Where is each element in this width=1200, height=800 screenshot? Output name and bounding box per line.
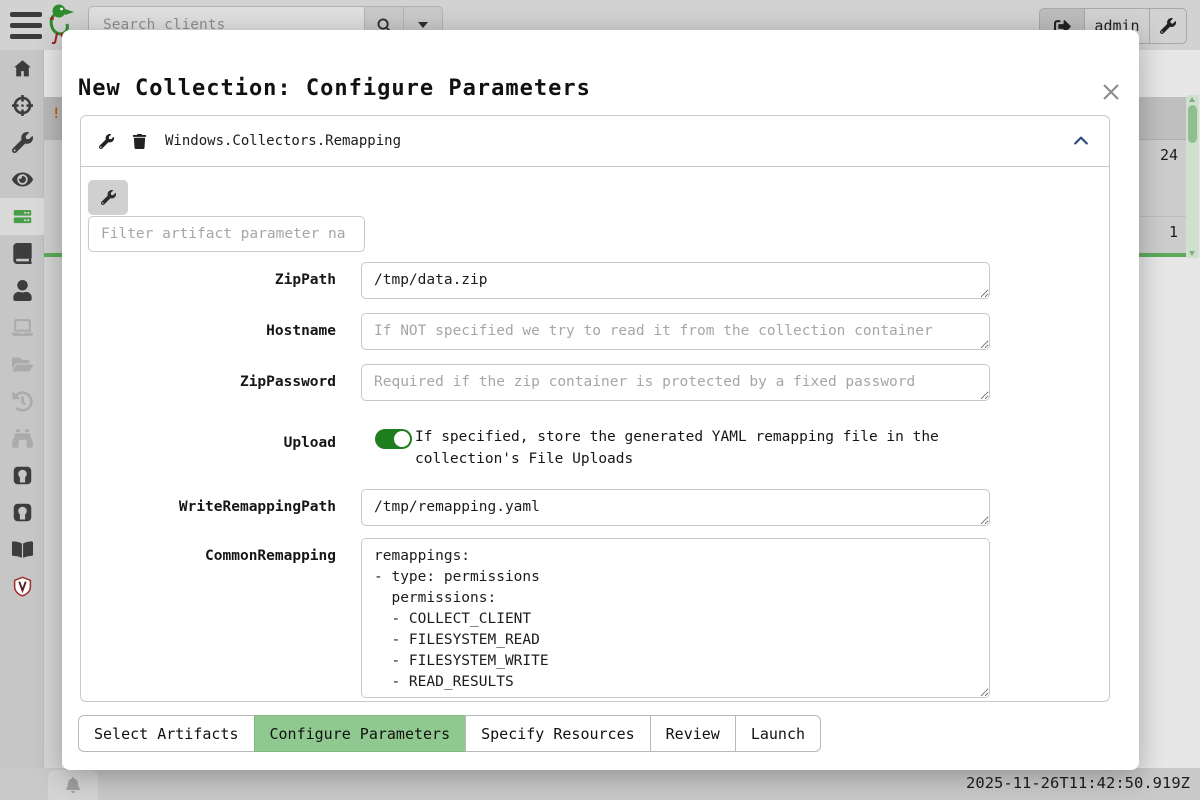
- bell-icon: [65, 777, 81, 793]
- modal-title: New Collection: Configure Parameters: [78, 76, 591, 101]
- hostname-input[interactable]: [361, 313, 990, 350]
- artifact-name: Windows.Collectors.Remapping: [165, 133, 401, 149]
- sidebar-item-view-artifacts[interactable]: [0, 124, 44, 161]
- sidebar-item-collected-artifacts[interactable]: [0, 383, 44, 420]
- sidebar-item-github-issues[interactable]: [0, 494, 44, 531]
- wizard-step-review[interactable]: Review: [650, 715, 736, 752]
- settings-button[interactable]: [1149, 8, 1187, 44]
- velociraptor-app: admin ! 24 1: [0, 0, 1200, 800]
- sidebar: [0, 50, 44, 768]
- scroll-up-arrow[interactable]: [1189, 97, 1195, 102]
- wizard-step-select-artifacts[interactable]: Select Artifacts: [78, 715, 255, 752]
- notebook-icon: [12, 243, 33, 264]
- field-label: CommonRemapping: [88, 538, 336, 564]
- filter-parameters-input[interactable]: [88, 216, 365, 252]
- close-button[interactable]: [1099, 80, 1123, 104]
- server-stack-icon: [12, 206, 33, 227]
- field-label: ZipPassword: [88, 364, 336, 390]
- sidebar-item-notebooks[interactable]: [0, 235, 44, 272]
- artifact-panel-header[interactable]: Windows.Collectors.Remapping: [81, 116, 1109, 167]
- parameters-tab-button[interactable]: [88, 180, 128, 215]
- hamburger-menu-icon[interactable]: [10, 12, 42, 39]
- crosshairs-icon: [12, 95, 33, 116]
- sidebar-item-users[interactable]: [0, 272, 44, 309]
- chevron-down-icon: [418, 22, 428, 28]
- upload-toggle[interactable]: [375, 429, 412, 449]
- sidebar-item-hunt-client[interactable]: [0, 420, 44, 457]
- zippassword-input[interactable]: [361, 364, 990, 401]
- zippath-input[interactable]: /tmp/data.zip: [361, 262, 990, 299]
- github-icon: [12, 465, 33, 486]
- sidebar-item-host-info[interactable]: [0, 309, 44, 346]
- shield-v-icon: [12, 576, 33, 597]
- sidebar-item-github-source[interactable]: [0, 457, 44, 494]
- folder-open-icon: [12, 354, 33, 375]
- commonremapping-textarea[interactable]: remappings: - type: permissions permissi…: [361, 538, 990, 698]
- github-icon: [12, 502, 33, 523]
- background-table-left-edge: !: [44, 97, 62, 768]
- field-label: WriteRemappingPath: [88, 489, 336, 515]
- wizard-step-configure-parameters[interactable]: Configure Parameters: [254, 715, 467, 752]
- sidebar-item-documentation[interactable]: [0, 531, 44, 568]
- wizard-step-specify-resources[interactable]: Specify Resources: [465, 715, 651, 752]
- sidebar-item-server-collections[interactable]: [0, 198, 44, 235]
- field-label: Hostname: [88, 313, 336, 339]
- scroll-down-arrow[interactable]: [1189, 251, 1195, 256]
- collapse-panel-button[interactable]: [1071, 131, 1091, 151]
- sidebar-item-vfs[interactable]: [0, 346, 44, 383]
- configure-wrench-icon[interactable]: [99, 134, 114, 149]
- eye-icon: [12, 169, 33, 190]
- remove-artifact-trash-icon[interactable]: [132, 134, 147, 149]
- warning-icon: !: [52, 106, 60, 122]
- field-label: Upload: [88, 425, 336, 451]
- chevron-up-icon: [1071, 131, 1091, 151]
- scrollbar-thumb[interactable]: [1188, 105, 1197, 143]
- sidebar-item-server-events[interactable]: [0, 161, 44, 198]
- new-collection-modal: New Collection: Configure Parameters Win…: [62, 30, 1139, 770]
- wrench-icon: [12, 132, 33, 153]
- notifications-button[interactable]: [48, 770, 98, 800]
- sidebar-item-hunts[interactable]: [0, 87, 44, 124]
- close-icon: [1099, 80, 1123, 104]
- wrench-icon: [101, 190, 116, 205]
- book-open-icon: [12, 539, 33, 560]
- sidebar-item-velociraptor-shield[interactable]: [0, 568, 44, 605]
- wrench-icon: [1160, 18, 1176, 34]
- laptop-icon: [12, 317, 33, 338]
- background-scrollbar[interactable]: [1186, 95, 1199, 258]
- toggle-knob: [394, 431, 410, 447]
- status-footer: 2025-11-26T11:42:50.919Z: [0, 768, 1200, 800]
- sidebar-item-home[interactable]: [0, 50, 44, 87]
- user-icon: [12, 280, 33, 301]
- server-timestamp: 2025-11-26T11:42:50.919Z: [966, 774, 1190, 792]
- history-icon: [12, 391, 33, 412]
- binoculars-icon: [12, 428, 33, 449]
- home-icon: [12, 58, 33, 79]
- wizard-step-bar: Select Artifacts Configure Parameters Sp…: [78, 715, 821, 752]
- field-label: ZipPath: [88, 262, 336, 288]
- upload-description: If specified, store the generated YAML r…: [415, 425, 955, 470]
- wizard-step-launch[interactable]: Launch: [735, 715, 821, 752]
- writeremappingpath-input[interactable]: /tmp/remapping.yaml: [361, 489, 990, 526]
